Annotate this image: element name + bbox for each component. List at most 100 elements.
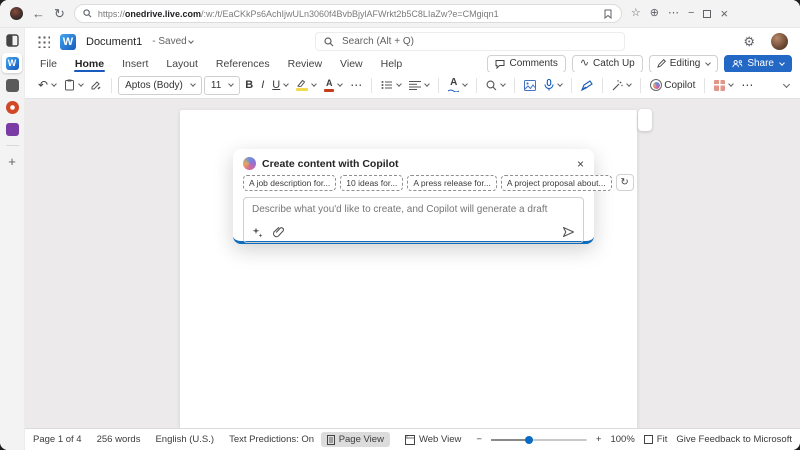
copilot-prompt-box[interactable] xyxy=(243,197,584,243)
browser-profile-avatar[interactable] xyxy=(10,7,23,20)
people-icon xyxy=(732,59,743,68)
minimize-icon[interactable]: − xyxy=(688,8,694,19)
send-icon[interactable] xyxy=(562,226,575,238)
editor-button[interactable] xyxy=(578,75,596,95)
share-button[interactable]: Share xyxy=(724,55,792,73)
catch-up-button[interactable]: ∿ Catch Up xyxy=(572,55,643,73)
sparkle-icon[interactable] xyxy=(252,227,263,238)
scrollbar-thumb[interactable] xyxy=(638,109,652,131)
highlight-button[interactable] xyxy=(293,75,319,95)
feedback-link[interactable]: Give Feedback to Microsoft xyxy=(676,434,792,445)
reload-icon[interactable]: ↻ xyxy=(54,7,65,20)
font-color-icon: A xyxy=(324,79,334,92)
maximize-icon[interactable] xyxy=(703,10,711,18)
browser-side-rail: W + xyxy=(0,28,25,450)
chevron-down-icon xyxy=(705,60,711,66)
word-logo-icon[interactable]: W xyxy=(60,34,76,50)
user-avatar[interactable] xyxy=(771,33,788,50)
chip-job-description[interactable]: A job description for... xyxy=(243,175,336,191)
more-font-options-icon[interactable]: ⋯ xyxy=(347,75,365,95)
tab-layout[interactable]: Layout xyxy=(157,55,207,72)
styles-button[interactable]: A xyxy=(445,75,470,95)
dictate-button[interactable] xyxy=(541,75,565,95)
document-title[interactable]: Document1 xyxy=(86,36,142,48)
refresh-suggestions-icon[interactable]: ↻ xyxy=(616,174,634,191)
page-view-button[interactable]: Page View xyxy=(321,432,390,447)
font-color-button[interactable]: A xyxy=(321,75,345,95)
language-selector[interactable]: English (U.S.) xyxy=(155,434,214,445)
new-tab-icon[interactable]: + xyxy=(8,155,16,168)
copilot-prompt-input[interactable] xyxy=(244,198,583,224)
tabs-panel-icon[interactable] xyxy=(6,34,19,47)
web-view-button[interactable]: Web View xyxy=(399,432,467,447)
rail-tab-word[interactable]: W xyxy=(2,53,22,73)
rail-tab-red-app-icon[interactable] xyxy=(6,101,19,114)
editing-mode-button[interactable]: Editing xyxy=(649,55,719,73)
address-bar[interactable]: https://onedrive.live.com/:w:/t/EaCKkPs6… xyxy=(74,4,622,23)
tab-home[interactable]: Home xyxy=(66,55,113,72)
page-count[interactable]: Page 1 of 4 xyxy=(33,434,82,445)
paste-button[interactable] xyxy=(61,75,86,95)
highlighter-icon xyxy=(296,79,308,91)
chip-project-proposal[interactable]: A project proposal about... xyxy=(501,175,612,191)
alignment-button[interactable] xyxy=(406,75,432,95)
page-view-icon xyxy=(327,435,335,445)
autofill-wand-button[interactable] xyxy=(609,75,634,95)
align-left-icon xyxy=(409,80,421,90)
fit-button[interactable]: Fit xyxy=(644,434,668,445)
url-text: https://onedrive.live.com/:w:/t/EaCKkPs6… xyxy=(98,9,499,19)
collections-icon[interactable]: ⊕ xyxy=(650,8,659,19)
insert-image-button[interactable] xyxy=(521,75,539,95)
font-size-select[interactable]: 11 xyxy=(204,76,240,95)
zoom-slider-handle[interactable] xyxy=(525,436,533,444)
copilot-button[interactable]: Copilot xyxy=(647,75,698,95)
word-header: W Document1 - Saved ⚙ xyxy=(25,28,800,55)
rail-tab-purple-app-icon[interactable] xyxy=(6,123,19,136)
bullet-list-icon xyxy=(381,80,393,90)
text-predictions-toggle[interactable]: Text Predictions: On xyxy=(229,434,314,445)
bullets-button[interactable] xyxy=(378,75,404,95)
styles-icon: A xyxy=(448,78,459,92)
browser-menu-icon[interactable]: ⋯ xyxy=(668,8,679,19)
font-name-select[interactable]: Aptos (Body) xyxy=(118,76,202,95)
zoom-out-icon[interactable]: − xyxy=(476,434,482,445)
designer-icon xyxy=(714,80,725,91)
underline-button[interactable]: U xyxy=(269,75,291,95)
find-button[interactable] xyxy=(483,75,508,95)
chevron-down-icon xyxy=(779,60,785,66)
rail-tab-gray-app-icon[interactable] xyxy=(6,79,19,92)
settings-gear-icon[interactable]: ⚙ xyxy=(743,35,755,48)
search-input[interactable] xyxy=(340,35,616,48)
close-icon[interactable]: × xyxy=(720,7,728,20)
word-count[interactable]: 256 words xyxy=(97,434,141,445)
zoom-slider[interactable] xyxy=(491,439,587,441)
tab-view[interactable]: View xyxy=(331,55,372,72)
bookmark-icon[interactable] xyxy=(603,9,613,19)
format-painter-button[interactable] xyxy=(88,75,105,95)
tab-insert[interactable]: Insert xyxy=(113,55,157,72)
back-icon[interactable]: ← xyxy=(32,7,45,20)
more-toolbar-options-icon[interactable]: ⋯ xyxy=(738,75,756,95)
zoom-in-icon[interactable]: + xyxy=(596,434,602,445)
collapse-ribbon-icon[interactable] xyxy=(779,75,792,95)
tab-help[interactable]: Help xyxy=(372,55,412,72)
status-bar: Page 1 of 4 256 words English (U.S.) Tex… xyxy=(25,428,800,450)
italic-button[interactable]: I xyxy=(258,75,267,95)
clipboard-icon xyxy=(64,79,75,91)
zoom-level[interactable]: 100% xyxy=(610,434,634,445)
attach-file-icon[interactable] xyxy=(273,226,284,238)
tab-references[interactable]: References xyxy=(207,55,279,72)
bold-button[interactable]: B xyxy=(242,75,256,95)
chip-press-release[interactable]: A press release for... xyxy=(407,175,496,191)
designer-button[interactable] xyxy=(711,75,736,95)
dialog-close-icon[interactable]: × xyxy=(577,158,584,170)
undo-button[interactable]: ↶ xyxy=(35,75,59,95)
save-status[interactable]: - Saved xyxy=(152,36,192,47)
tab-file[interactable]: File xyxy=(31,55,66,72)
search-box[interactable] xyxy=(315,32,625,51)
chip-ideas[interactable]: 10 ideas for... xyxy=(340,175,403,191)
favorites-icon[interactable]: ☆ xyxy=(631,8,641,19)
app-launcher-icon[interactable] xyxy=(37,35,50,48)
comments-button[interactable]: Comments xyxy=(487,55,565,73)
tab-review[interactable]: Review xyxy=(279,55,331,72)
